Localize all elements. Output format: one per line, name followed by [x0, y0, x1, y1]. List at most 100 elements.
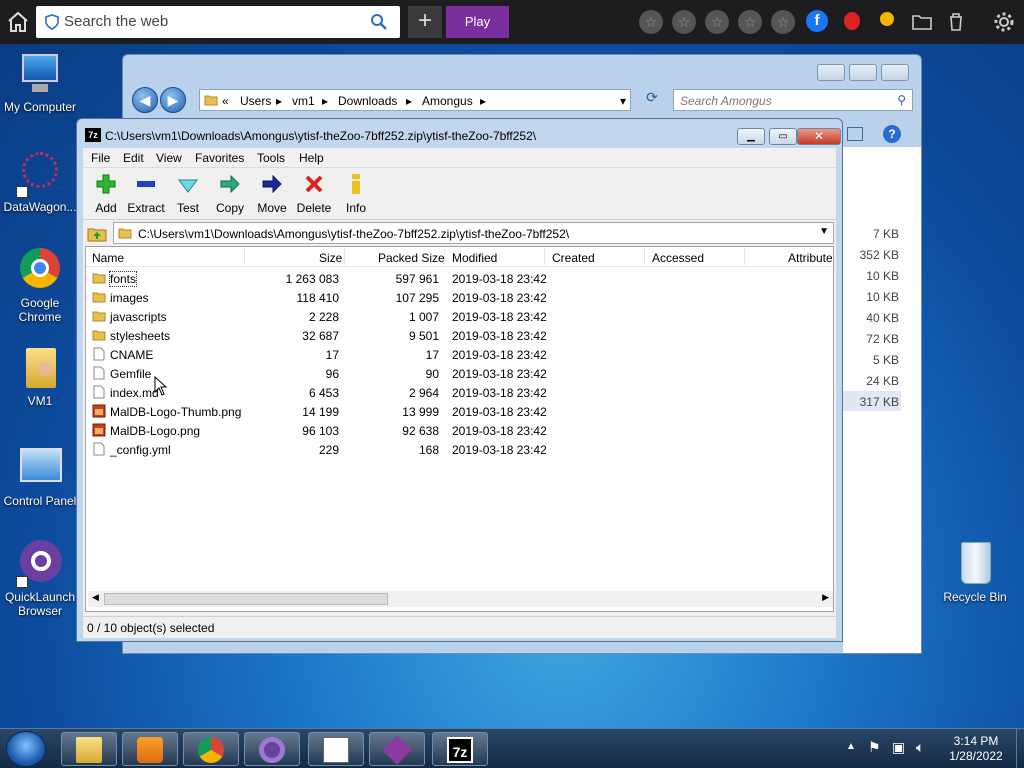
play-button[interactable]: Play — [446, 6, 509, 38]
test-button[interactable]: Test — [165, 172, 211, 215]
copy-button[interactable]: Copy — [207, 172, 253, 215]
up-folder-icon[interactable] — [87, 224, 107, 242]
cell-attributes — [833, 329, 834, 341]
taskbar-explorer[interactable] — [61, 732, 117, 766]
column-size[interactable]: Size — [319, 251, 342, 265]
scrollbar-thumb[interactable] — [104, 593, 388, 605]
menu-edit[interactable]: Edit — [123, 151, 144, 165]
table-row[interactable]: images 118 410 107 295 2019-03-18 23:42 — [86, 288, 833, 307]
table-row[interactable]: stylesheets 32 687 9 501 2019-03-18 23:42 — [86, 326, 834, 345]
breadcrumb-users[interactable]: Users — [240, 94, 271, 108]
table-row[interactable]: MalDB-Logo.png 96 103 92 638 2019-03-18 23:… — [86, 421, 833, 440]
forward-button[interactable]: ▶ — [160, 87, 186, 113]
explorer-search-box[interactable]: Search Amongus ⚲ — [673, 89, 913, 111]
column-accessed[interactable]: Accessed — [652, 251, 704, 265]
chevron-down-icon[interactable]: ▾ — [620, 94, 626, 108]
column-created[interactable]: Created — [552, 251, 595, 265]
menu-tools[interactable]: Tools — [257, 151, 285, 165]
favorite-star-icon[interactable]: ☆ — [672, 10, 696, 34]
cell-packed-size: 17 — [425, 348, 439, 362]
search-icon[interactable]: ⚲ — [897, 93, 906, 107]
explorer-address-bar[interactable]: « Users ▸ vm1 ▸ Downloads ▸ Amongus ▸ ▾ — [199, 89, 631, 111]
network-icon[interactable]: ▣ — [892, 739, 905, 756]
bug-icon[interactable] — [840, 10, 864, 34]
chevron-down-icon[interactable]: ▼ — [819, 226, 829, 237]
web-search-box[interactable]: Search the web — [36, 6, 400, 38]
desktop-icon-my-computer[interactable]: My Computer — [0, 50, 80, 114]
refresh-icon[interactable]: ⟳ — [641, 89, 663, 111]
table-row[interactable]: CNAME 17 17 2019-03-18 23:42 — [86, 345, 833, 364]
menu-file[interactable]: File — [91, 151, 110, 165]
desktop-icon-control-panel[interactable]: Control Panel — [0, 444, 80, 508]
table-row[interactable]: fonts 1 263 083 597 961 2019-03-18 23:42 — [86, 269, 833, 288]
close-button[interactable]: ✕ — [797, 128, 841, 145]
column-packed-size[interactable]: Packed Size — [378, 251, 445, 265]
menu-view[interactable]: View — [156, 151, 182, 165]
file-icon — [93, 385, 105, 399]
table-row[interactable]: index.md 6 453 2 964 2019-03-18 23:42 — [86, 383, 833, 402]
delete-button[interactable]: Delete — [291, 172, 337, 215]
path-input[interactable]: C:\Users\vm1\Downloads\Amongus\ytisf-the… — [113, 222, 834, 244]
breadcrumb-downloads[interactable]: Downloads — [338, 94, 397, 108]
favorite-star-icon[interactable]: ☆ — [738, 10, 762, 34]
breadcrumb-amongus[interactable]: Amongus — [422, 94, 473, 108]
taskbar-notepad[interactable] — [308, 732, 364, 766]
new-tab-button[interactable]: + — [408, 6, 442, 38]
action-center-icon[interactable]: ⚑ — [868, 739, 881, 756]
taskbar-chrome[interactable] — [183, 732, 239, 766]
cell-modified: 2019-03-18 23:42 — [452, 348, 547, 362]
table-row[interactable]: Gemfile 96 90 2019-03-18 23:42 — [86, 364, 833, 383]
breadcrumb-vm1[interactable]: vm1 — [292, 94, 315, 108]
info-button[interactable]: Info — [333, 172, 379, 215]
minimize-button[interactable]: ▁ — [737, 128, 765, 145]
gear-icon[interactable] — [992, 10, 1016, 34]
taskbar-media-player[interactable] — [122, 732, 178, 766]
column-attributes[interactable]: Attributes — [788, 251, 833, 265]
table-row[interactable]: MalDB-Logo-Thumb.png 14 199 13 999 2019-03-… — [86, 402, 833, 421]
horizontal-scrollbar[interactable]: ◀ ▶ — [88, 591, 833, 607]
scroll-left-icon[interactable]: ◀ — [92, 592, 99, 603]
maximize-button[interactable]: ▭ — [769, 128, 797, 145]
clock-time: 3:14 PM — [953, 734, 999, 748]
weather-icon[interactable] — [874, 10, 898, 34]
toolbar: Add Extract Test Copy Move Delete Info — [83, 168, 836, 220]
table-row[interactable]: _config.yml 229 168 2019-03-18 23:42 — [86, 440, 833, 459]
favorite-star-icon[interactable]: ☆ — [705, 10, 729, 34]
preview-pane-icon[interactable] — [847, 127, 863, 141]
favorite-star-icon[interactable]: ☆ — [771, 10, 795, 34]
desktop-icon-quicklaunch-browser[interactable]: QuickLaunch Browser — [0, 540, 80, 618]
search-icon[interactable] — [370, 13, 388, 31]
home-icon[interactable] — [6, 10, 30, 34]
desktop-icon-datawagon[interactable]: DataWagon... — [0, 150, 80, 214]
show-hidden-icons[interactable]: ▲ — [846, 741, 856, 752]
menu-help[interactable]: Help — [299, 151, 324, 165]
move-button[interactable]: Move — [249, 172, 295, 215]
volume-icon[interactable]: 🔈︎ — [916, 739, 924, 756]
desktop-icon-recycle-bin[interactable]: Recycle Bin — [935, 540, 1015, 604]
clock[interactable]: 3:14 PM 1/28/2022 — [940, 734, 1012, 764]
column-modified[interactable]: Modified — [452, 251, 497, 265]
start-button[interactable] — [6, 731, 46, 767]
explorer-minimize-button[interactable] — [817, 64, 845, 81]
table-row[interactable]: javascripts 2 228 1 007 2019-03-18 23:42 — [86, 307, 833, 326]
show-desktop-button[interactable] — [1016, 729, 1024, 768]
scroll-right-icon[interactable]: ▶ — [822, 592, 829, 603]
taskbar-app[interactable] — [369, 732, 425, 766]
desktop-icon-google-chrome[interactable]: Google Chrome — [0, 246, 80, 324]
desktop-icon-vm1[interactable]: VM1 — [0, 344, 80, 408]
extract-button[interactable]: Extract — [123, 172, 169, 215]
taskbar-7zip[interactable]: 7z — [432, 732, 488, 766]
facebook-icon[interactable]: f — [806, 10, 830, 34]
explorer-maximize-button[interactable] — [849, 64, 877, 81]
trash-icon[interactable] — [944, 10, 968, 34]
file-size: 352 KB — [859, 248, 899, 262]
favorite-star-icon[interactable]: ☆ — [639, 10, 663, 34]
folder-icon[interactable] — [910, 10, 934, 34]
help-icon[interactable]: ? — [883, 125, 901, 143]
column-name[interactable]: Name — [92, 251, 124, 265]
breadcrumb-prefix[interactable]: « — [222, 94, 229, 108]
menu-favorites[interactable]: Favorites — [195, 151, 244, 165]
back-button[interactable]: ◀ — [132, 87, 158, 113]
explorer-close-button[interactable] — [881, 64, 909, 81]
taskbar-quicklaunch[interactable] — [244, 732, 300, 766]
